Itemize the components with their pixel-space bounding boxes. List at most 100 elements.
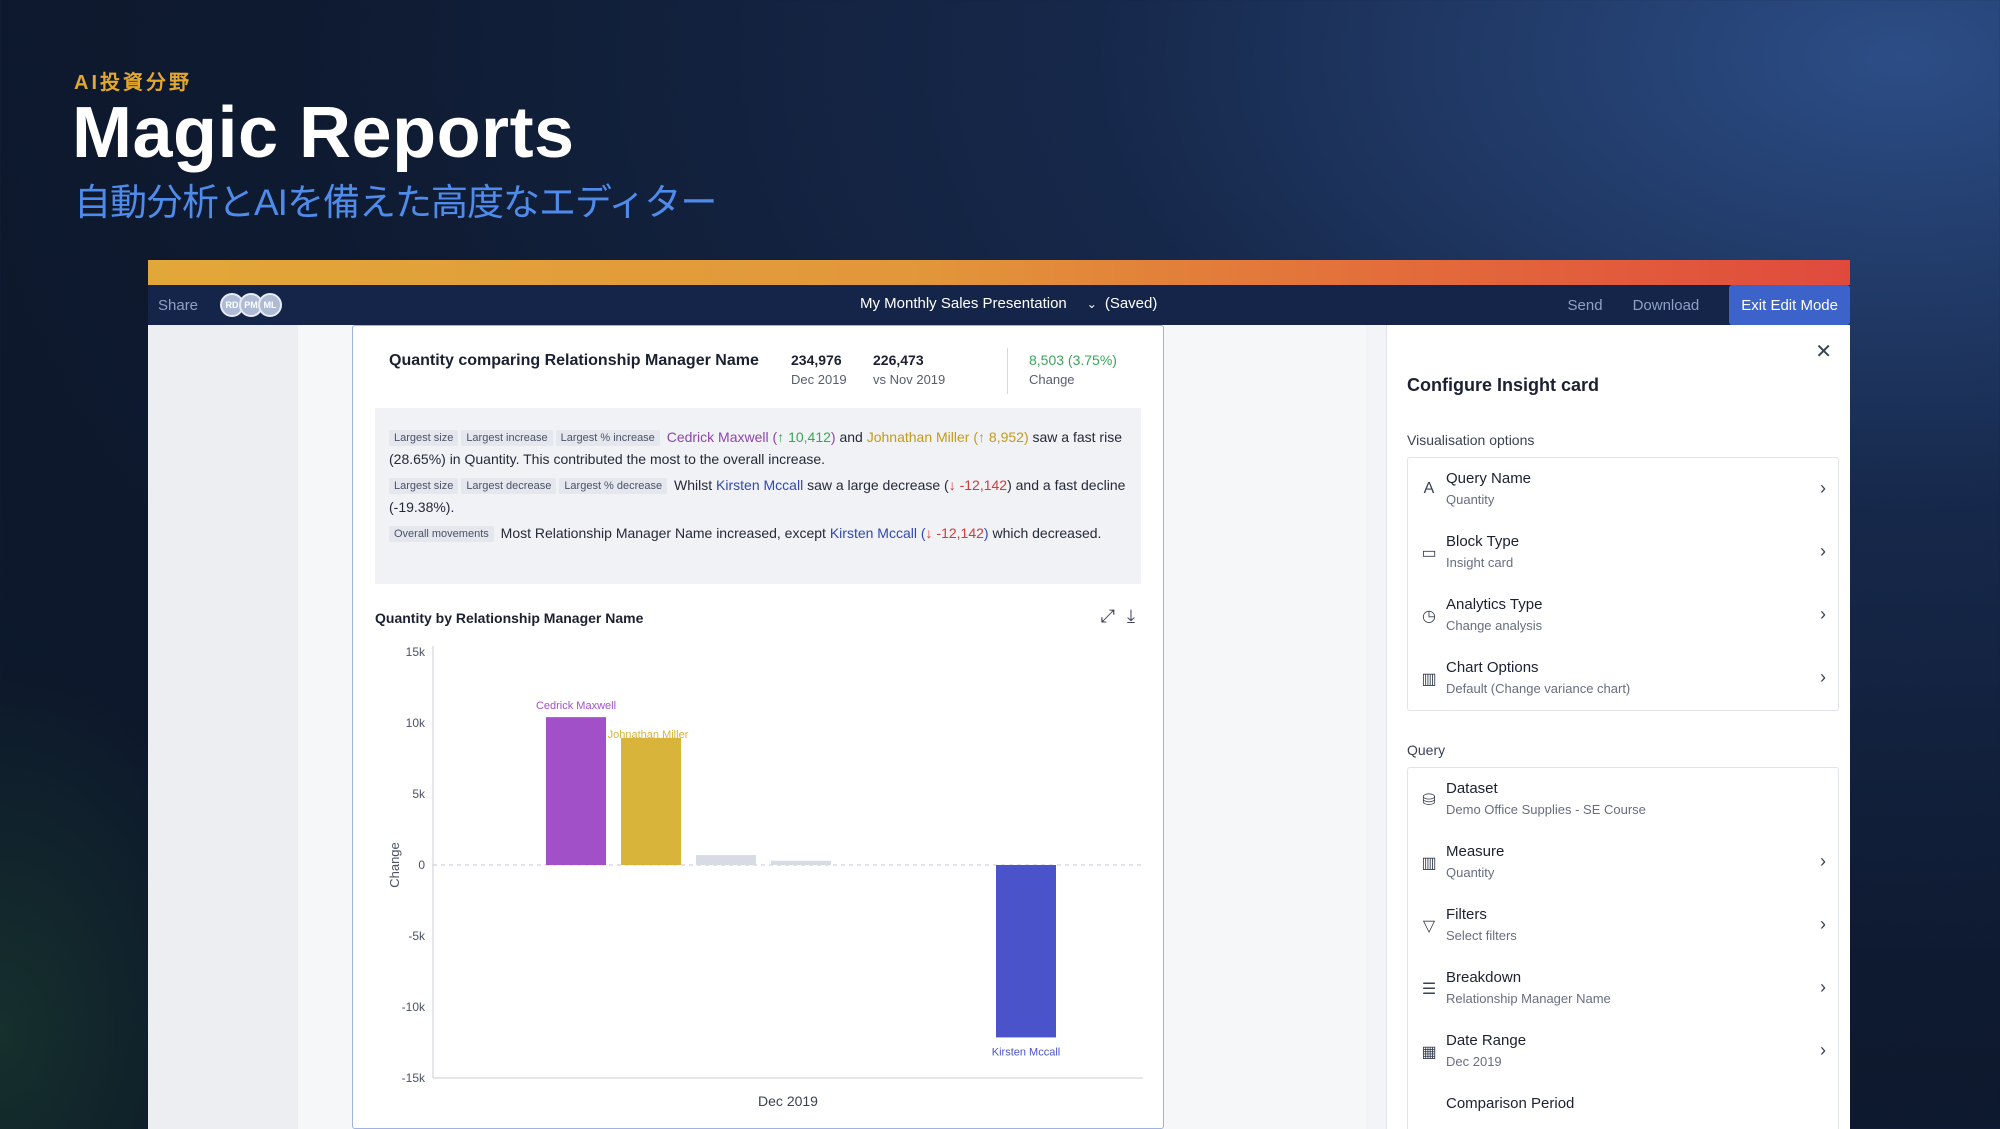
- y-tick-label: -15k: [402, 1071, 426, 1085]
- insight-card[interactable]: Quantity comparing Relationship Manager …: [352, 325, 1164, 1129]
- chart-bar: [996, 865, 1056, 1038]
- option-title: Measure: [1446, 843, 1505, 860]
- option-breakdown[interactable]: ☰ Breakdown Relationship Manager Name ›: [1408, 957, 1838, 1020]
- option-query-name[interactable]: A Query Name Quantity ›: [1408, 458, 1838, 521]
- chart-bar: [696, 855, 756, 865]
- option-value: Demo Office Supplies - SE Course: [1446, 802, 1646, 817]
- option-block-type[interactable]: ▭ Block Type Insight card ›: [1408, 521, 1838, 584]
- panel-title: Configure Insight card: [1407, 375, 1600, 395]
- app-window: Share RD PM ML My Monthly Sales Presenta…: [148, 260, 1850, 1129]
- breakdown-icon: ☰: [1421, 981, 1437, 998]
- calendar-icon: ▦: [1421, 1044, 1437, 1061]
- y-tick-label: 5k: [412, 787, 426, 801]
- collaborator-avatars: RD PM ML: [220, 293, 283, 317]
- card-title: Quantity comparing Relationship Manager …: [389, 352, 759, 369]
- y-tick-label: 15k: [406, 645, 426, 659]
- option-title: Comparison Period: [1446, 1095, 1575, 1112]
- stat-label: Change: [1029, 372, 1075, 387]
- visualisation-options: A Query Name Quantity › ▭ Block Type Ins…: [1407, 457, 1839, 711]
- clock-icon: ◷: [1422, 608, 1436, 625]
- manager-name[interactable]: Cedrick Maxwell: [667, 429, 769, 445]
- option-title: Filters: [1446, 906, 1487, 923]
- option-value: Insight card: [1446, 555, 1514, 570]
- option-filters[interactable]: ▽ Filters Select filters ›: [1408, 894, 1838, 957]
- chart-bar: [546, 717, 606, 865]
- insight-tag: Largest decrease: [461, 478, 557, 494]
- bar-chart-icon: ▥: [1421, 671, 1437, 688]
- bar-label: Johnathan Miller: [608, 729, 689, 741]
- chevron-right-icon: ›: [1820, 851, 1826, 871]
- option-value: Quantity: [1446, 492, 1495, 507]
- option-title: Query Name: [1446, 470, 1532, 487]
- y-tick-label: 10k: [406, 716, 426, 730]
- option-value: Quantity: [1446, 865, 1495, 880]
- y-tick-label: -10k: [402, 1000, 426, 1014]
- option-date-range[interactable]: ▦ Date Range Dec 2019 ›: [1408, 1020, 1838, 1083]
- option-title: Analytics Type: [1446, 596, 1543, 613]
- card-header: Quantity comparing Relationship Manager …: [389, 348, 1143, 394]
- change-variance-chart: 15k 10k 5k 0 -5k -10k -15k Change Cedrick Maxwel…: [387, 645, 1143, 1109]
- option-chart-options[interactable]: ▥ Chart Options Default (Change variance…: [1408, 647, 1838, 710]
- send-button[interactable]: Send: [1568, 297, 1603, 314]
- option-dataset[interactable]: ⛁ Dataset Demo Office Supplies - SE Cour…: [1408, 768, 1838, 831]
- avatar[interactable]: ML: [258, 293, 283, 317]
- configure-panel: ✕ Configure Insight card Visualisation o…: [1386, 325, 1850, 1129]
- accent-bar: [148, 260, 1850, 285]
- chart-bar: [771, 860, 831, 865]
- columns-icon: ▥: [1421, 855, 1437, 872]
- editor-canvas: Quantity comparing Relationship Manager …: [148, 325, 1850, 1129]
- manager-name[interactable]: Kirsten Mccall: [716, 477, 803, 493]
- stat-value: 234,976: [791, 352, 842, 368]
- insight-tag: Largest increase: [461, 430, 553, 446]
- chevron-down-icon: ⌄: [1086, 296, 1097, 311]
- database-icon: ⛁: [1422, 792, 1436, 809]
- close-icon[interactable]: ✕: [1815, 339, 1832, 364]
- insight-summary: Largest size Largest increase Largest % in…: [375, 408, 1141, 584]
- option-value: Dec 2019: [1446, 1054, 1502, 1069]
- stat-label: vs Nov 2019: [873, 372, 946, 387]
- chevron-right-icon: ›: [1820, 667, 1826, 687]
- chart-title: Quantity by Relationship Manager Name: [375, 610, 644, 626]
- download-button[interactable]: Download: [1633, 297, 1700, 314]
- option-analytics-type[interactable]: ◷ Analytics Type Change analysis ›: [1408, 584, 1838, 647]
- visualisation-options-label: Visualisation options: [1407, 432, 1535, 448]
- stat-label: Dec 2019: [791, 372, 847, 387]
- stat-divider: [1007, 348, 1008, 394]
- option-value: Default (Change variance chart): [1446, 681, 1631, 696]
- option-title: Date Range: [1446, 1032, 1527, 1049]
- option-title: Block Type: [1446, 533, 1520, 550]
- option-measure[interactable]: ▥ Measure Quantity ›: [1408, 831, 1838, 894]
- font-icon: A: [1423, 480, 1435, 497]
- option-comparison-period[interactable]: Comparison Period: [1408, 1083, 1838, 1129]
- share-button[interactable]: Share: [158, 297, 198, 314]
- chevron-right-icon: ›: [1820, 541, 1826, 561]
- query-label: Query: [1407, 742, 1446, 758]
- change-value: ↓ -12,142: [925, 525, 984, 541]
- manager-name[interactable]: Johnathan Miller: [867, 429, 970, 445]
- insight-tag: Largest % decrease: [559, 478, 668, 494]
- expand-icon[interactable]: ⤢: [1101, 606, 1115, 627]
- option-value: Select filters: [1446, 928, 1517, 943]
- insight-tag: Largest size: [389, 430, 459, 446]
- exit-edit-mode-button[interactable]: Exit Edit Mode: [1729, 285, 1850, 325]
- chevron-right-icon: ›: [1820, 604, 1826, 624]
- card-icon: ▭: [1421, 545, 1437, 562]
- insight-tag: Largest size: [389, 478, 459, 494]
- top-bar: Share RD PM ML My Monthly Sales Presenta…: [148, 285, 1850, 325]
- chevron-right-icon: ›: [1820, 478, 1826, 498]
- option-value: Relationship Manager Name: [1446, 991, 1611, 1006]
- save-status: (Saved): [1104, 295, 1158, 312]
- left-rail: [148, 325, 298, 1129]
- stat-change: 8,503 (3.75%) Change: [1029, 352, 1117, 387]
- stat-value: 226,473: [873, 352, 924, 368]
- insight-tag: Largest % increase: [555, 430, 660, 446]
- document-title-dropdown[interactable]: My Monthly Sales Presentation ⌄ (Saved): [860, 295, 1157, 312]
- manager-name[interactable]: Kirsten Mccall: [830, 525, 917, 541]
- chevron-right-icon: ›: [1820, 977, 1826, 997]
- chart-toolbar: ⤢ ⤓: [1101, 606, 1135, 627]
- option-title: Breakdown: [1446, 969, 1522, 986]
- filter-icon: ▽: [1422, 918, 1436, 935]
- y-tick-label: -5k: [408, 929, 426, 943]
- download-icon[interactable]: ⤓: [1127, 606, 1135, 627]
- chevron-right-icon: ›: [1820, 914, 1826, 934]
